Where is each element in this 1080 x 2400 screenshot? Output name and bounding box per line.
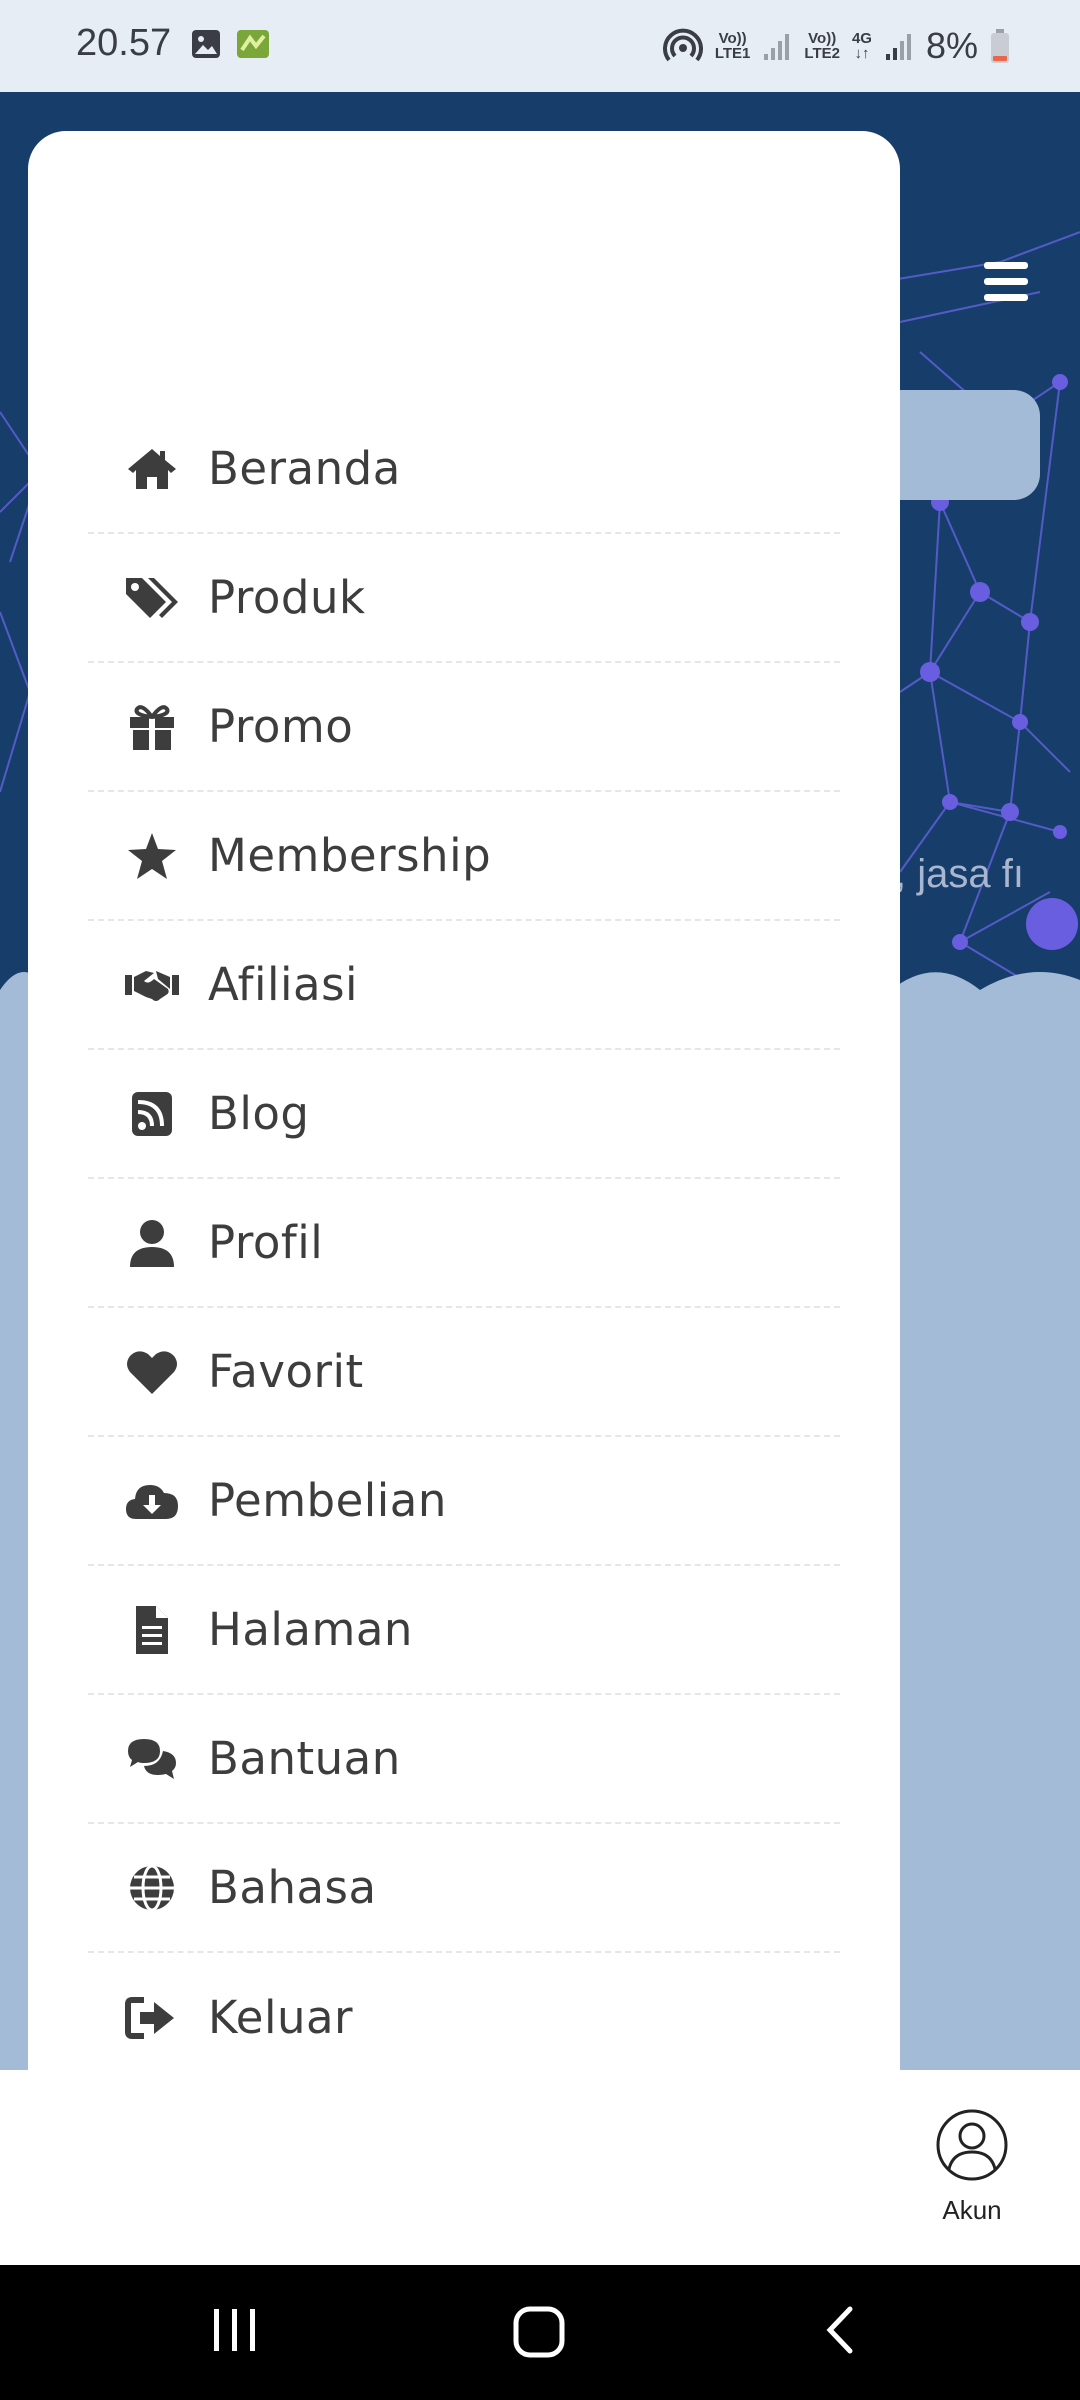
- account-nav-button[interactable]: Akun: [928, 2108, 1016, 2226]
- network-label: 4G: [851, 30, 872, 47]
- heart-icon: [108, 1346, 196, 1398]
- sim1-bottom-label: LTE1: [714, 45, 751, 62]
- menu-item-label: Afiliasi: [208, 958, 359, 1011]
- battery-icon: [991, 29, 1009, 63]
- menu-item-label: Pembelian: [208, 1474, 447, 1527]
- star-icon: [108, 830, 196, 882]
- file-icon: [108, 1604, 196, 1656]
- hero-partial-text: , jasa fı: [895, 852, 1024, 896]
- handshake-icon: [108, 959, 196, 1011]
- menu-item-promo[interactable]: Promo: [88, 663, 840, 792]
- gallery-icon: [192, 30, 220, 58]
- menu-item-favorit[interactable]: Favorit: [88, 1308, 840, 1437]
- rss-icon: [108, 1088, 196, 1140]
- menu-item-label: Favorit: [208, 1345, 364, 1398]
- system-nav-bar: [0, 2265, 1080, 2400]
- menu-item-keluar[interactable]: Keluar: [88, 1953, 840, 2082]
- recent-apps-icon[interactable]: [210, 2305, 260, 2355]
- signal-icon: [764, 34, 790, 60]
- menu-item-label: Blog: [208, 1087, 310, 1140]
- menu-item-halaman[interactable]: Halaman: [88, 1566, 840, 1695]
- sign-out-icon: [108, 1992, 196, 2044]
- status-right-icons: Vo)) LTE1 Vo)) LTE2 4G ↓↑ 8%: [662, 22, 1010, 70]
- menu-item-bantuan[interactable]: Bantuan: [88, 1695, 840, 1824]
- menu-item-label: Halaman: [208, 1603, 413, 1656]
- sim1-indicator: Vo)) LTE1: [715, 31, 751, 61]
- menu-item-profil[interactable]: Profil: [88, 1179, 840, 1308]
- cloud-download-icon: [108, 1475, 196, 1527]
- hotspot-icon: [662, 28, 703, 62]
- globe-icon: [108, 1862, 196, 1914]
- back-icon[interactable]: [822, 2305, 858, 2355]
- app-notification-icon: [237, 30, 269, 58]
- sim2-top-label: Vo)): [808, 30, 837, 47]
- menu-item-label: Keluar: [208, 1991, 354, 2044]
- network-type: 4G ↓↑: [852, 31, 872, 61]
- bottom-nav: Akun: [0, 2070, 1080, 2265]
- status-bar: 20.57 Vo)) LTE1 Vo)) LTE2 4G ↓↑ 8%: [0, 0, 1080, 92]
- menu-item-label: Profil: [208, 1216, 324, 1269]
- menu-item-label: Promo: [208, 700, 354, 753]
- menu-item-label: Membership: [208, 829, 492, 882]
- comments-icon: [108, 1733, 196, 1785]
- home-icon: [108, 443, 196, 495]
- user-icon: [108, 1217, 196, 1269]
- menu-item-afiliasi[interactable]: Afiliasi: [88, 921, 840, 1050]
- hamburger-icon[interactable]: [984, 262, 1028, 302]
- menu-item-bahasa[interactable]: Bahasa: [88, 1824, 840, 1953]
- menu-item-membership[interactable]: Membership: [88, 792, 840, 921]
- user-circle-icon: [936, 2109, 1008, 2181]
- menu-item-label: Bahasa: [208, 1861, 377, 1914]
- menu-item-label: Beranda: [208, 442, 401, 495]
- navigation-drawer: Beranda Produk Promo Membership Afiliasi: [28, 131, 900, 2070]
- tags-icon: [108, 572, 196, 624]
- menu-item-label: Produk: [208, 571, 366, 624]
- menu-item-beranda[interactable]: Beranda: [88, 405, 840, 534]
- account-nav-label: Akun: [942, 2195, 1002, 2225]
- status-time: 20.57: [76, 22, 172, 64]
- sim1-top-label: Vo)): [718, 30, 747, 47]
- menu-item-pembelian[interactable]: Pembelian: [88, 1437, 840, 1566]
- data-arrows-icon: ↓↑: [854, 45, 870, 62]
- menu-item-label: Bantuan: [208, 1732, 401, 1785]
- menu-item-produk[interactable]: Produk: [88, 534, 840, 663]
- sim2-indicator: Vo)) LTE2: [804, 31, 840, 61]
- menu-item-blog[interactable]: Blog: [88, 1050, 840, 1179]
- signal-icon: [885, 34, 911, 60]
- gift-icon: [108, 701, 196, 753]
- battery-percent: 8%: [925, 25, 978, 66]
- home-button-icon[interactable]: [512, 2305, 566, 2359]
- drawer-menu: Beranda Produk Promo Membership Afiliasi: [88, 405, 840, 2082]
- sim2-bottom-label: LTE2: [804, 45, 840, 62]
